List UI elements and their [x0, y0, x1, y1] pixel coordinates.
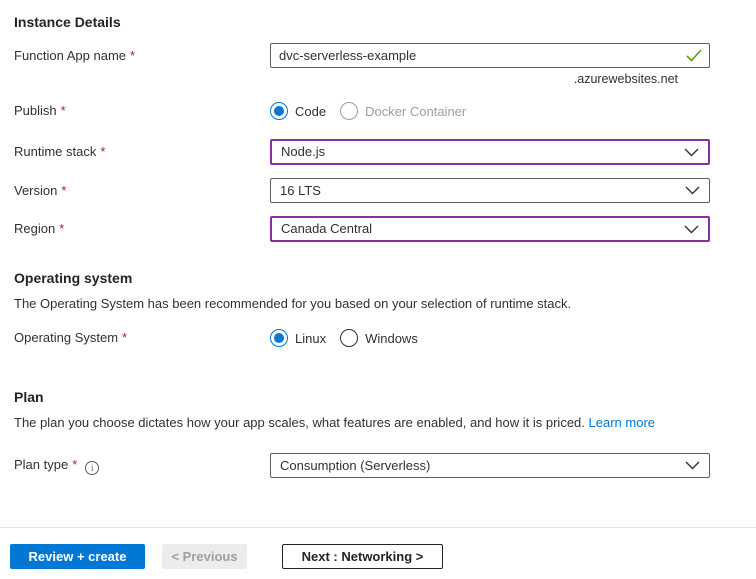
row-publish: Publish * Code Docker Container — [14, 102, 756, 120]
function-app-name-label: Function App name * — [14, 47, 136, 63]
required-asterisk: * — [61, 182, 67, 198]
publish-label: Publish * — [14, 103, 66, 118]
plan-type-dropdown[interactable]: Consumption (Serverless) — [270, 453, 710, 478]
valid-check-icon — [686, 49, 702, 65]
plan-type-label: Plan type * i — [14, 456, 270, 475]
required-asterisk: * — [59, 221, 65, 236]
publish-docker-label: Docker Container — [365, 103, 467, 119]
operating-system-radio-group: Linux Windows — [270, 329, 710, 347]
plan-type-control: Consumption (Serverless) — [270, 453, 710, 478]
chevron-down-icon — [684, 222, 699, 237]
region-dropdown[interactable]: Canada Central — [270, 216, 710, 242]
runtime-stack-dropdown[interactable]: Node.js — [270, 139, 710, 165]
row-version: Version * 16 LTS — [14, 178, 756, 203]
required-asterisk: * — [72, 457, 78, 472]
row-region: Region * Canada Central — [14, 216, 756, 242]
previous-button: < Previous — [162, 544, 247, 569]
section-title-instance-details: Instance Details — [14, 14, 121, 30]
row-function-app-name: Function App name * — [14, 43, 756, 68]
version-label: Version * — [14, 182, 67, 198]
region-label: Region * — [14, 221, 65, 236]
publish-code-label: Code — [295, 103, 327, 119]
operating-system-description: The Operating System has been recommende… — [14, 296, 572, 311]
region-value: Canada Central — [281, 221, 373, 236]
runtime-stack-control: Node.js — [270, 139, 710, 165]
next-networking-button[interactable]: Next : Networking > — [282, 544, 443, 569]
domain-suffix: .azurewebsites.net — [573, 72, 678, 86]
footer-divider — [0, 527, 756, 528]
plan-description-text: The plan you choose dictates how your ap… — [14, 415, 585, 430]
version-dropdown[interactable]: 16 LTS — [270, 178, 710, 203]
required-asterisk: * — [130, 47, 136, 63]
info-icon[interactable]: i — [85, 461, 100, 475]
review-create-button[interactable]: Review + create — [10, 544, 145, 569]
publish-radio-group: Code Docker Container — [270, 102, 710, 120]
create-function-app-form: Instance Details Function App name* .azu… — [0, 0, 756, 579]
publish-option-docker-container: Docker Container — [340, 102, 466, 120]
chevron-down-icon — [684, 145, 699, 160]
chevron-down-icon — [685, 183, 700, 198]
required-asterisk: * — [100, 144, 106, 159]
version-control: 16 LTS — [270, 178, 710, 203]
radio-selected-icon[interactable] — [270, 329, 288, 347]
os-option-windows[interactable]: Windows — [340, 329, 418, 347]
radio-selected-icon[interactable] — [270, 102, 288, 120]
region-control: Canada Central — [270, 216, 710, 242]
learn-more-link[interactable]: Learn more — [589, 415, 655, 430]
section-title-operating-system: Operating system — [14, 270, 133, 286]
os-linux-label: Linux — [295, 330, 327, 346]
publish-option-code[interactable]: Code — [270, 102, 326, 120]
function-app-name-control — [270, 43, 710, 68]
runtime-stack-value: Node.js — [281, 144, 326, 159]
os-option-linux[interactable]: Linux — [270, 329, 326, 347]
os-windows-label: Windows — [365, 330, 418, 346]
row-runtime-stack: Runtime stack * Node.js — [14, 139, 756, 165]
row-plan-type: Plan type * i Consumption (Serverless) — [14, 453, 756, 478]
required-asterisk: * — [60, 103, 66, 118]
runtime-stack-label: Runtime stack * — [14, 144, 106, 159]
version-value: 16 LTS — [280, 182, 321, 198]
required-asterisk: * — [122, 330, 128, 345]
row-operating-system: Operating System * Linux Windows — [14, 329, 756, 347]
operating-system-label: Operating System * — [14, 330, 128, 345]
chevron-down-icon — [685, 458, 700, 473]
radio-disabled-icon — [340, 102, 359, 120]
function-app-name-input[interactable] — [270, 43, 710, 68]
radio-unselected-icon[interactable] — [340, 329, 359, 347]
section-title-plan: Plan — [14, 389, 44, 405]
plan-type-value: Consumption (Serverless) — [280, 457, 431, 473]
plan-description: The plan you choose dictates how your ap… — [14, 415, 756, 431]
footer-button-bar: Review + create < Previous Next : Networ… — [10, 544, 443, 569]
